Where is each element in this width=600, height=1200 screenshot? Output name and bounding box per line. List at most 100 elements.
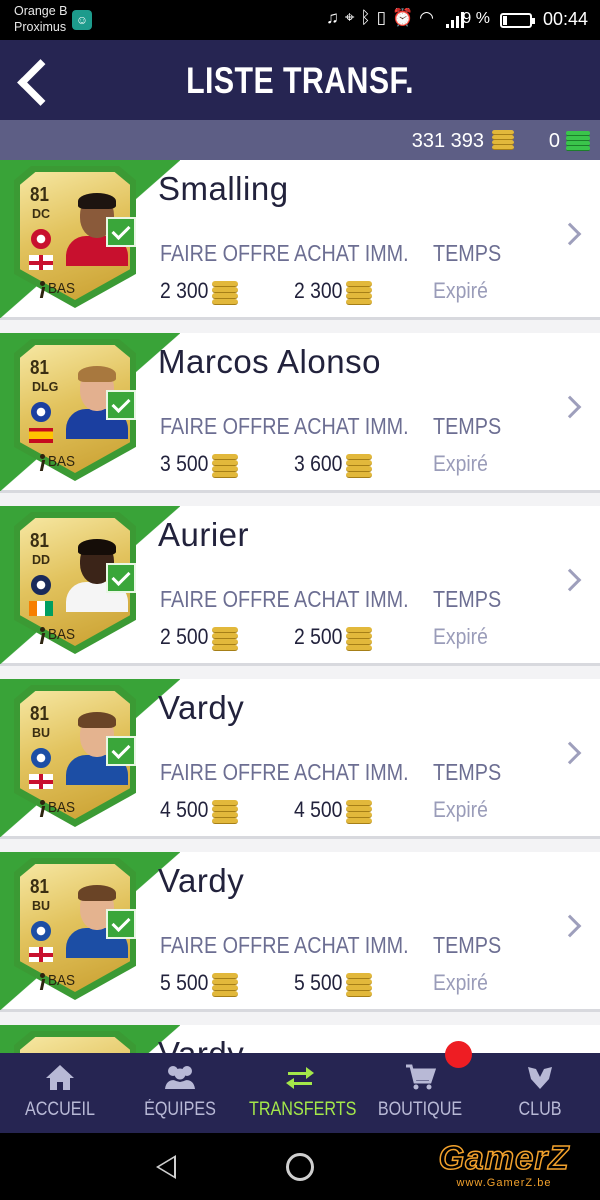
system-home-icon[interactable]: [286, 1153, 314, 1181]
coins-icon: [492, 130, 514, 152]
offer-value: 2 300: [160, 278, 209, 303]
offer-label: FAIRE OFFRE: [160, 759, 290, 785]
checkmark-icon: [106, 909, 136, 939]
england-flag: [29, 255, 53, 270]
chemistry-style: BAS: [48, 626, 76, 643]
player-rating: 81: [30, 357, 49, 379]
coins-icon: [346, 454, 372, 478]
england-flag: [29, 774, 53, 789]
transfer-row[interactable]: Vardy FAIRE OFFRE ACHAT IMM. TEMPS: [0, 1025, 600, 1053]
chevron-right-icon[interactable]: [558, 741, 582, 765]
player-name: Aurier: [158, 516, 250, 553]
checkmark-icon: [106, 563, 136, 593]
chemistry-style-icon: [38, 973, 48, 991]
player-card: 81 BU BAS: [14, 685, 136, 827]
vibrate-icon: ▯: [376, 8, 392, 27]
player-name: Marcos Alonso: [158, 343, 381, 380]
coins-icon: [346, 627, 372, 651]
buy-now-label: ACHAT IMM.: [294, 413, 409, 439]
bluetooth-icon: ᛒ: [360, 8, 377, 27]
offer-label: FAIRE OFFRE: [160, 586, 290, 612]
manchester-united-badge: [31, 229, 51, 249]
buy-now-value: 2 500: [294, 624, 343, 649]
time-value: Expiré: [433, 624, 488, 649]
buy-now-value: 3 600: [294, 451, 343, 476]
transfer-row[interactable]: 81 DD BAS Aurier FAIRE OFFRE ACHAT IMM. …: [0, 506, 600, 666]
chemistry-style-icon: [38, 800, 48, 818]
page-title: LISTE TRANSF.: [186, 60, 414, 101]
player-card: 81 DLG BAS: [14, 339, 136, 481]
chevron-right-icon[interactable]: [558, 222, 582, 246]
buy-now-value: 5 500: [294, 970, 343, 995]
time-value: Expiré: [433, 278, 488, 303]
nav-item-equipes[interactable]: ÉQUIPES: [120, 1053, 240, 1133]
transfer-row[interactable]: 81 BU BAS Vardy FAIRE OFFRE ACHAT IMM. T…: [0, 852, 600, 1012]
clock: 00:44: [542, 9, 588, 29]
chemistry-style: BAS: [48, 280, 76, 297]
coins-icon: [212, 973, 238, 997]
offer-value: 3 500: [160, 451, 209, 476]
system-back-icon[interactable]: [156, 1155, 176, 1179]
transfer-row[interactable]: 81 BU BAS Vardy FAIRE OFFRE ACHAT IMM. T…: [0, 679, 600, 839]
chemistry-style-icon: [38, 454, 48, 472]
checkmark-icon: [106, 390, 136, 420]
coins-icon: [346, 800, 372, 824]
buy-now-label: ACHAT IMM.: [294, 759, 409, 785]
watermark-logo: GamerZ www.GamerZ.be: [416, 1138, 592, 1195]
carrier-info: Orange B Proximus: [14, 3, 68, 35]
nav-item-transferts[interactable]: TRANSFERTS: [240, 1053, 360, 1133]
nav-item-club[interactable]: CLUB: [480, 1053, 600, 1133]
back-button[interactable]: [12, 52, 60, 108]
wifi-icon: ◠: [419, 8, 440, 27]
buy-now-label: ACHAT IMM.: [294, 240, 409, 266]
points-balance: 0: [548, 130, 560, 152]
app-root: Orange B Proximus ☺ ♫⌖ᛒ▯⏰◠ 9 % 00:44 LIS…: [0, 0, 600, 1200]
ivory-coast-flag: [29, 601, 53, 616]
player-position: DLG: [32, 380, 59, 394]
coins-icon: [212, 627, 238, 651]
status-icons: ♫⌖ᛒ▯⏰◠: [326, 8, 440, 28]
transfer-row[interactable]: 81 DLG BAS Marcos Alonso FAIRE OFFRE ACH…: [0, 333, 600, 493]
header: LISTE TRANSF.: [0, 40, 600, 120]
notification-badge: [445, 1041, 472, 1068]
transfer-row[interactable]: 81 DC BAS Smalling FAIRE OFFRE ACHAT IMM…: [0, 160, 600, 320]
offer-value: 4 500: [160, 797, 209, 822]
checkmark-icon: [106, 736, 136, 766]
club-shield-icon: [528, 1067, 552, 1089]
coins-balance: 331 393: [411, 130, 484, 152]
time-label: TEMPS: [433, 586, 502, 612]
time-label: TEMPS: [433, 240, 502, 266]
nav-label: BOUTIQUE: [377, 1099, 463, 1120]
player-position: BU: [32, 726, 51, 740]
time-label: TEMPS: [433, 932, 502, 958]
nav-item-accueil[interactable]: ACCUEIL: [0, 1053, 120, 1133]
buy-now-value: 4 500: [294, 797, 343, 822]
location-icon: ⌖: [344, 8, 361, 27]
chevron-right-icon[interactable]: [558, 914, 582, 938]
shopping-cart-icon: [406, 1064, 436, 1090]
offer-value: 5 500: [160, 970, 209, 995]
coins-icon: [212, 281, 238, 305]
player-card: [14, 1031, 136, 1053]
player-card: 81 DC BAS: [14, 166, 136, 308]
player-position: DD: [32, 553, 51, 567]
chemistry-style: BAS: [48, 972, 76, 989]
chemistry-style: BAS: [48, 453, 76, 470]
player-rating: 81: [30, 530, 49, 552]
carrier-line-2: Proximus: [14, 20, 67, 34]
chevron-right-icon[interactable]: [558, 395, 582, 419]
system-nav-bar: GamerZ www.GamerZ.be: [0, 1133, 600, 1200]
chemistry-style-icon: [38, 627, 48, 645]
player-name: Smalling: [158, 170, 289, 207]
player-position: DC: [32, 207, 51, 221]
status-bar: Orange B Proximus ☺ ♫⌖ᛒ▯⏰◠ 9 % 00:44: [0, 0, 600, 40]
nav-label: ACCUEIL: [24, 1099, 95, 1120]
transfer-arrows-icon: [286, 1067, 314, 1089]
home-icon: [46, 1065, 74, 1090]
chevron-right-icon[interactable]: [558, 568, 582, 592]
player-rating: 81: [30, 703, 49, 725]
coins-icon: [346, 281, 372, 305]
buy-now-value: 2 300: [294, 278, 343, 303]
bottom-nav: ACCUEIL ÉQUIPES TRANSFERTS BOUTIQUE CLUB: [0, 1053, 600, 1133]
leicester-badge: [31, 748, 51, 768]
